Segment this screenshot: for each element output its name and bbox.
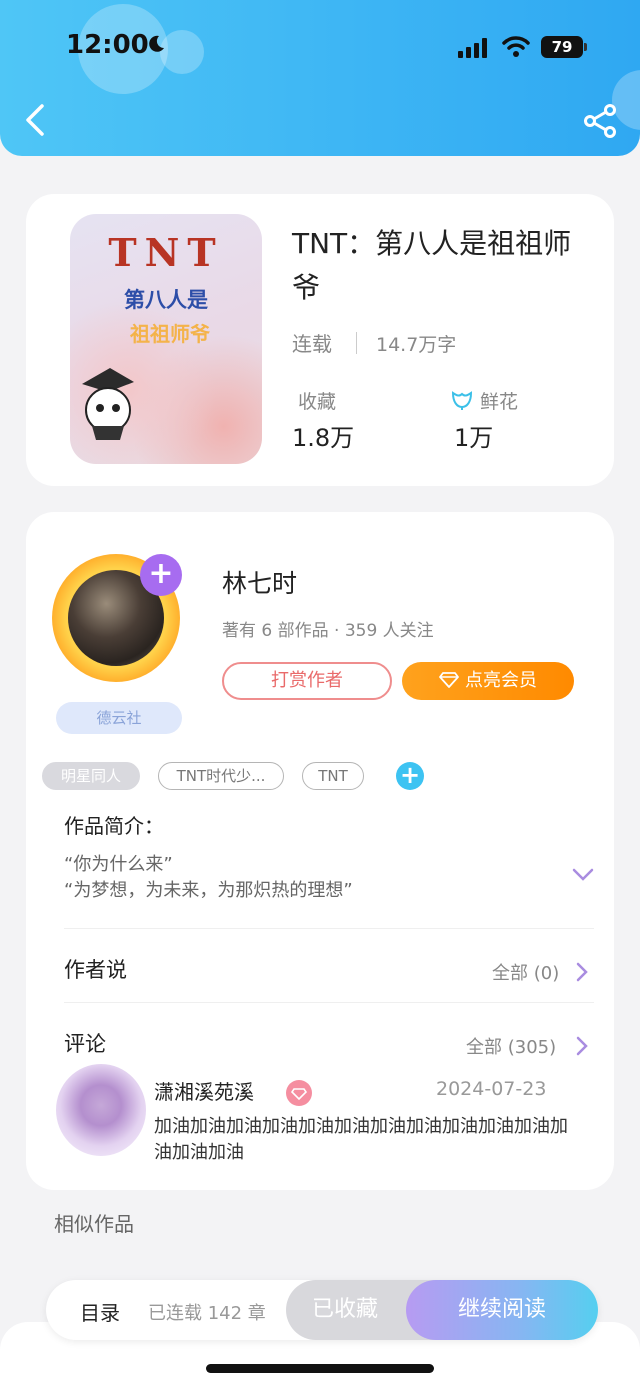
intro-title: 作品简介： [64,814,164,838]
favorites-label: 收藏 [298,391,337,413]
cover-subtitle: 第八人是 [124,288,208,312]
author-badge: 德云社 [56,702,182,734]
tip-author-button[interactable]: 打赏作者 [222,662,392,700]
decor-bubble [160,30,204,74]
book-status: 连载 [292,332,332,356]
comments-title: 评论 [64,1032,106,1056]
top-header: 12:00 79 [0,0,640,156]
similar-works-title: 相似作品 [54,1212,134,1236]
flowers-label: 鲜花 [480,391,519,413]
divider [64,1002,594,1003]
battery-icon: 79 [541,36,587,58]
flowers-count: 1万 [454,424,494,452]
back-button[interactable] [22,102,48,138]
tag-item[interactable]: 明星同人 [42,762,140,790]
cover-subtitle-2: 祖祖师爷 [130,322,210,346]
chevron-right-icon[interactable] [576,1036,588,1056]
divider [64,928,594,929]
wifi-icon [502,36,530,57]
comment-date: 2024-07-23 [436,1078,547,1100]
chapter-count[interactable]: 已连载 142 章 [148,1299,266,1325]
word-count: 14.7万字 [376,334,457,356]
vip-button[interactable]: 点亮会员 [402,662,574,700]
book-info-card: TNT 第八人是 祖祖师爷 TNT：第八人是祖祖师爷 连载 14.7万字 收藏 … [26,194,614,486]
book-title: TNT：第八人是祖祖师爷 [292,227,572,304]
commenter-avatar[interactable] [56,1064,146,1156]
vip-button-label: 点亮会员 [465,670,537,691]
continue-reading-button[interactable]: 继续阅读 [406,1280,598,1340]
commenter-name[interactable]: 潇湘溪苑溪 [154,1076,254,1105]
battery-level: 79 [541,36,583,58]
chevron-right-icon[interactable] [576,962,588,982]
cover-title: TNT [108,230,224,275]
signal-icon [458,38,487,58]
diamond-icon [439,672,459,688]
moon-icon [149,35,164,52]
member-badge-icon [286,1080,312,1106]
comment-text: 加油加油加油加油加油加油加油加油加油加油加油加油加油加油 [154,1116,568,1163]
tag-item[interactable]: TNT [302,762,364,790]
favorites-count: 1.8万 [292,424,355,452]
book-cover[interactable]: TNT 第八人是 祖祖师爷 [70,214,262,464]
author-says-all[interactable]: 全部 (0) [492,959,559,985]
home-indicator [206,1364,434,1373]
author-meta: 著有 6 部作品 · 359 人关注 [222,621,434,641]
author-says-title[interactable]: 作者说 [64,954,127,984]
follow-plus-button[interactable]: + [140,554,182,596]
flower-icon [451,391,473,410]
expand-chevron-icon[interactable] [572,868,594,882]
comments-all[interactable]: 全部 (305) [466,1033,556,1059]
intro-line: “为梦想，为未来，为那炽热的理想” [64,880,353,901]
share-icon[interactable] [582,104,618,138]
divider [356,332,357,354]
intro-line: “你为什么来” [64,854,173,875]
cover-character-illustration [82,368,134,440]
add-tag-button[interactable]: + [396,762,424,790]
tag-item[interactable]: TNT时代少... [158,762,284,790]
status-time: 12:00 [66,30,149,60]
author-name[interactable]: 林七时 [222,564,297,600]
author-card: + 德云社 林七时 著有 6 部作品 · 359 人关注 打赏作者 点亮会员 明… [26,512,614,1190]
toc-button[interactable]: 目录 [80,1297,120,1326]
